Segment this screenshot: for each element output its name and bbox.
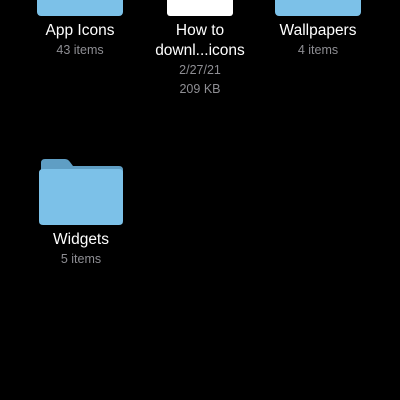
file-item-count: 4 items bbox=[297, 43, 339, 57]
file-item-count: 43 items bbox=[56, 43, 104, 57]
file-item-count: 5 items bbox=[60, 252, 102, 266]
file-name: App Icons bbox=[45, 22, 115, 39]
file-name-line-2: downl...icons bbox=[155, 42, 245, 59]
file-size: 209 KB bbox=[179, 82, 221, 96]
file-name: Wallpapers bbox=[279, 22, 357, 39]
file-name-line-1: How to bbox=[175, 22, 225, 39]
folder-icon bbox=[37, 0, 123, 16]
folder-icon bbox=[275, 0, 361, 16]
folder-icon bbox=[39, 159, 123, 225]
document-icon bbox=[167, 0, 233, 16]
file-date: 2/27/21 bbox=[179, 63, 221, 77]
file-name: Widgets bbox=[53, 231, 109, 248]
